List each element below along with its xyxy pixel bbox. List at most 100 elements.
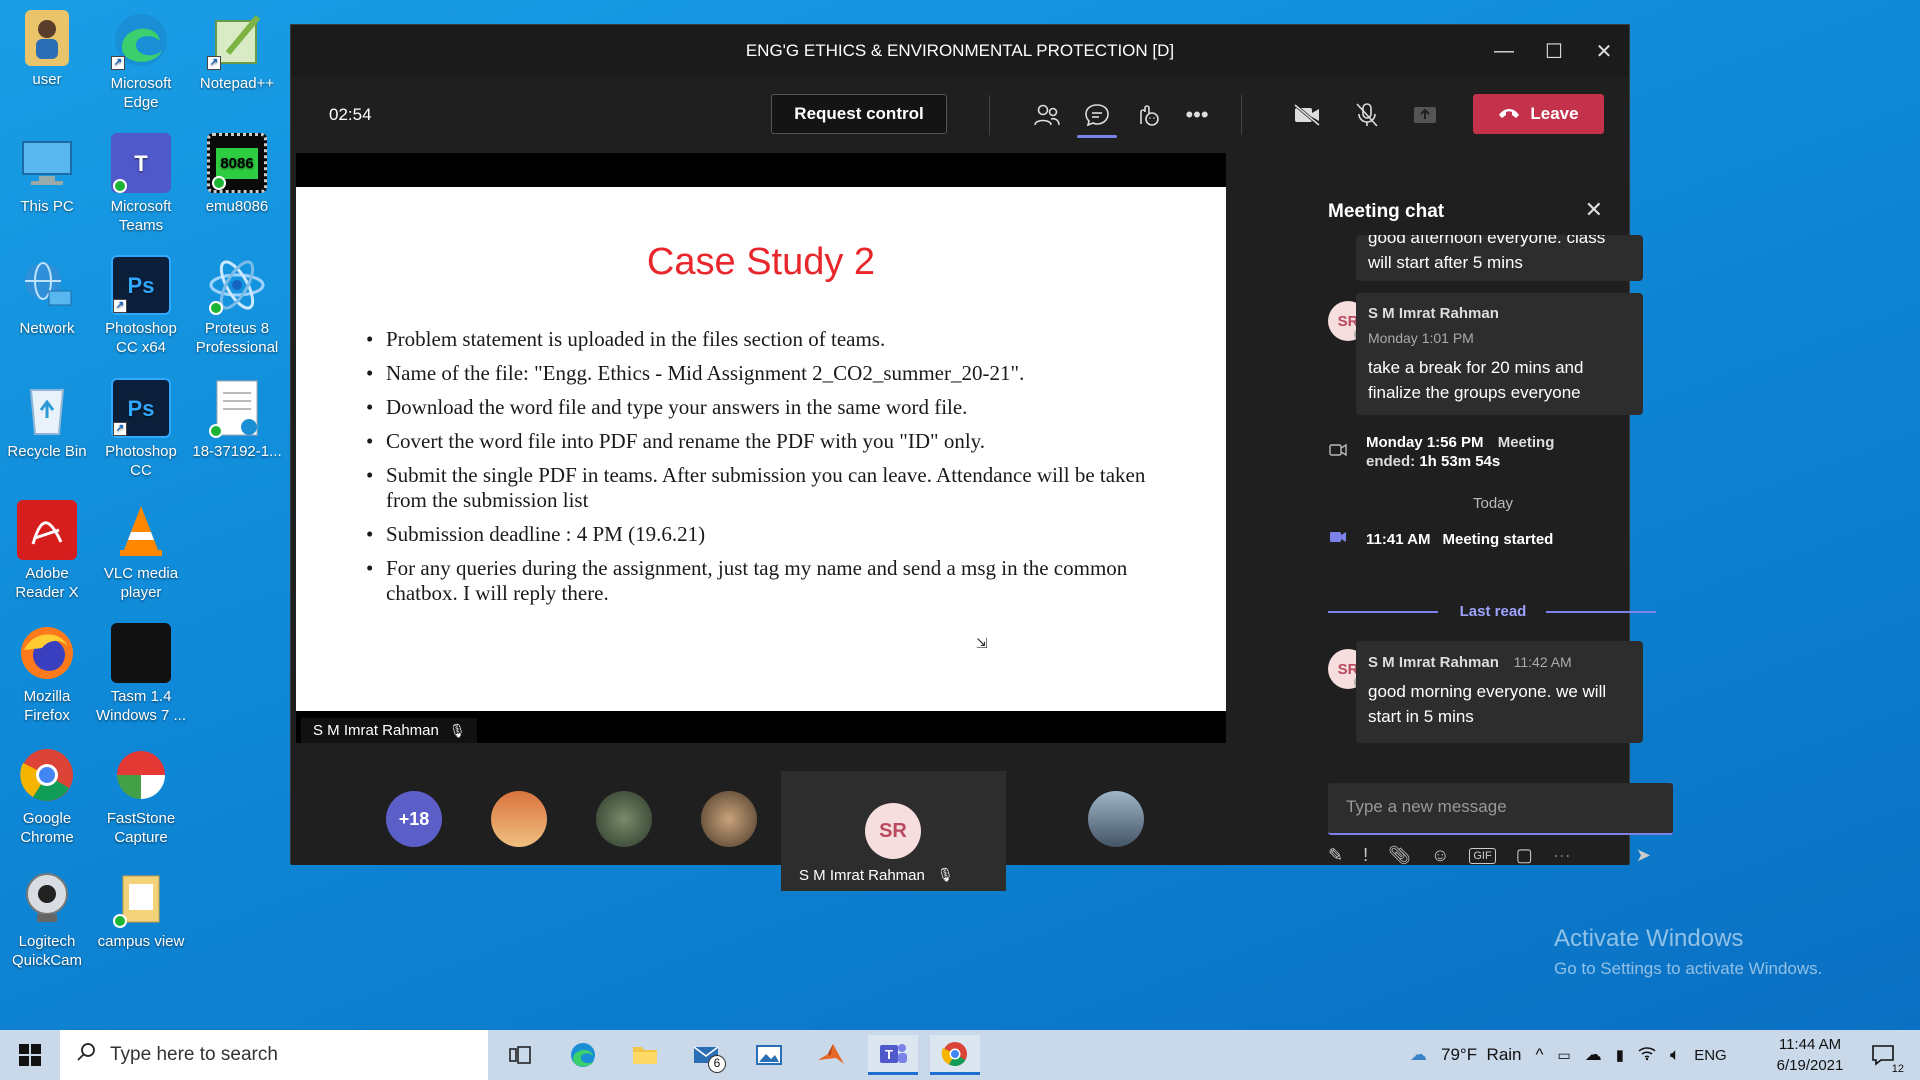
volume-icon[interactable]: 🔈︎ (1670, 1045, 1680, 1065)
taskbar-clock[interactable]: 11:44 AM 6/19/2021 (1760, 1034, 1860, 1076)
important-icon[interactable]: ! (1363, 845, 1368, 866)
photos-icon[interactable] (744, 1035, 794, 1075)
camera-off-icon[interactable] (1291, 99, 1323, 131)
notifications-icon[interactable]: 12 (1858, 1035, 1908, 1075)
microphone-icon[interactable]: ▮ (1616, 1046, 1624, 1064)
more-options-icon[interactable]: ••• (1181, 99, 1213, 131)
mail-icon[interactable]: 6 (682, 1035, 732, 1075)
desktop-icon-firefox[interactable]: Mozilla Firefox (0, 623, 94, 725)
maximize-icon[interactable]: ☐ (1529, 25, 1579, 77)
sticker-icon[interactable]: ▢ (1516, 845, 1533, 866)
desktop-icon-campus-view[interactable]: campus view (94, 868, 188, 951)
meeting-controls-bar: 02:54 Request control ••• Leave (291, 77, 1629, 153)
chat-message-text: good afternoon everyone. class will star… (1368, 235, 1606, 272)
participant-avatar[interactable] (491, 791, 547, 847)
desktop-icon-adobe-reader[interactable]: Adobe Reader X (0, 500, 94, 602)
edge-icon: ↗ (111, 10, 171, 70)
desktop-icon-label: Google Chrome (20, 810, 74, 846)
clock-time: 11:44 AM (1778, 1036, 1842, 1053)
sync-check-icon (212, 176, 226, 190)
slide-bullet: Download the word file and type your ans… (366, 395, 1146, 420)
emoji-icon[interactable]: ☺ (1431, 845, 1449, 866)
desktop-icon-faststone[interactable]: FastStone Capture (94, 745, 188, 847)
desktop-icon-proteus[interactable]: Proteus 8 Professional (190, 255, 284, 357)
slide-bullet: For any queries during the assignment, j… (366, 556, 1146, 606)
participant-avatar[interactable] (596, 791, 652, 847)
teams-icon[interactable]: T (868, 1035, 918, 1075)
window-controls: — ☐ ✕ (1479, 25, 1629, 77)
chevron-up-icon[interactable]: ^ (1536, 1045, 1544, 1065)
featured-participant-tile[interactable]: SR S M Imrat Rahman 🎙︎ (781, 771, 1006, 891)
weather-text[interactable]: 79°F Rain (1441, 1045, 1522, 1065)
desktop-icon-document[interactable]: 18-37192-1... (190, 378, 284, 461)
desktop-icon-label: emu8086 (205, 198, 269, 215)
shared-screen[interactable]: Case Study 2 Problem statement is upload… (296, 153, 1226, 743)
language-indicator[interactable]: ENG (1694, 1047, 1727, 1064)
teams-icon: T (111, 133, 171, 193)
minimize-icon[interactable]: — (1479, 25, 1529, 77)
send-icon[interactable]: ➤ (1636, 845, 1651, 866)
leave-button[interactable]: Leave (1473, 94, 1604, 134)
desktop-icon-network[interactable]: Network (0, 255, 94, 338)
desktop-icon-user[interactable]: user (0, 10, 94, 89)
taskbar-search[interactable]: Type here to search (60, 1030, 488, 1080)
chat-message-bubble: S M Imrat Rahman Monday 1:01 PM take a b… (1356, 293, 1643, 415)
desktop-icon-teams[interactable]: T Microsoft Teams (94, 133, 188, 235)
message-compose-input[interactable]: Type a new message (1328, 783, 1673, 835)
format-icon[interactable]: ✎ (1328, 845, 1343, 866)
chat-title: Meeting chat (1328, 201, 1445, 222)
desktop-icon-tasm[interactable]: Tasm 1.4 Windows 7 ... (94, 623, 188, 725)
chat-message-bubble: S M Imrat Rahman 11:42 AM good morning e… (1356, 641, 1643, 743)
desktop-icon-this-pc[interactable]: This PC (0, 133, 94, 216)
gif-icon[interactable]: GIF (1469, 847, 1496, 864)
wifi-icon[interactable] (1638, 1045, 1656, 1066)
weather-icon[interactable]: ☁ (1410, 1045, 1427, 1065)
matlab-icon[interactable] (806, 1035, 856, 1075)
desktop-icon-photoshop-x64[interactable]: Ps ↗ Photoshop CC x64 (94, 255, 188, 357)
request-control-button[interactable]: Request control (771, 94, 947, 134)
onedrive-icon[interactable]: ☁ (1585, 1045, 1602, 1065)
device-icon[interactable]: ▭ (1558, 1047, 1571, 1064)
edge-icon[interactable] (558, 1035, 608, 1075)
participant-avatar[interactable] (1088, 791, 1144, 847)
desktop-icon-photoshop[interactable]: Ps ↗ Photoshop CC (94, 378, 188, 480)
participant-name-label: S M Imrat Rahman 🎙︎ (799, 867, 953, 884)
desktop-icon-notepadpp[interactable]: ↗ Notepad++ (190, 10, 284, 93)
file-explorer-icon[interactable] (620, 1035, 670, 1075)
desktop-icon-label: Mozilla Firefox (23, 688, 71, 724)
share-tray-icon[interactable] (1409, 99, 1441, 131)
desktop-icon-chrome[interactable]: Google Chrome (0, 745, 94, 847)
presentation-slide: Case Study 2 Problem statement is upload… (296, 187, 1226, 711)
desktop-icon-emu8086[interactable]: 8086 emu8086 (190, 133, 284, 216)
more-participants-badge[interactable]: +18 (386, 791, 442, 847)
start-button[interactable] (0, 1030, 60, 1080)
desktop-icon-edge[interactable]: ↗ Microsoft Edge (94, 10, 188, 112)
desktop-icon-recycle-bin[interactable]: Recycle Bin (0, 378, 94, 461)
compose-toolbar: ✎ ! 📎︎ ☺ GIF ▢ ··· ➤ (1328, 845, 1673, 866)
participants-icon[interactable] (1031, 99, 1063, 131)
close-icon[interactable]: ✕ (1579, 25, 1629, 77)
attach-icon[interactable]: 📎︎ (1388, 845, 1411, 866)
chrome-icon[interactable] (930, 1035, 980, 1075)
mic-muted-icon[interactable] (1351, 99, 1383, 131)
desktop-icon-label: Photoshop CC x64 (105, 320, 177, 356)
activation-watermark: Activate Windows Go to Settings to activ… (1554, 925, 1822, 979)
photoshop-icon: Ps ↗ (111, 255, 171, 315)
meeting-ended-icon (1328, 440, 1348, 464)
chat-icon[interactable] (1081, 99, 1113, 131)
desktop-icon-vlc[interactable]: VLC media player (94, 500, 188, 602)
proteus-icon (207, 255, 267, 315)
desktop-icon-label: Adobe Reader X (15, 565, 79, 601)
desktop-icon-label: Photoshop CC (105, 443, 177, 479)
task-view-icon[interactable] (495, 1035, 545, 1075)
reactions-icon[interactable] (1131, 99, 1163, 131)
desktop-icon-logitech[interactable]: Logitech QuickCam (0, 868, 94, 970)
more-options-icon[interactable]: ··· (1553, 845, 1571, 866)
participant-avatar[interactable] (701, 791, 757, 847)
close-icon[interactable]: ✕ (1585, 197, 1603, 223)
this-pc-icon (17, 133, 77, 193)
search-icon (76, 1042, 96, 1068)
slide-title: Case Study 2 (646, 241, 876, 283)
slide-bullet: Name of the file: "Engg. Ethics - Mid As… (366, 361, 1146, 386)
webcam-icon (17, 868, 77, 928)
